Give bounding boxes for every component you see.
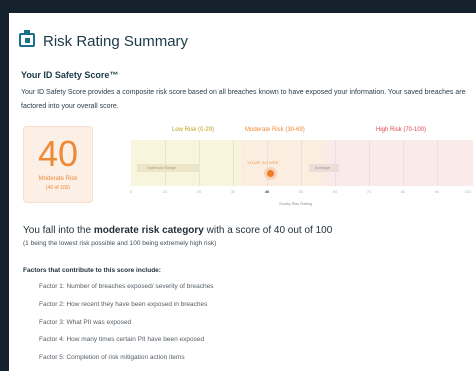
grid-line (403, 140, 404, 186)
grid-line (335, 140, 336, 186)
factor-item: Factor 2: How recent they have been expo… (39, 301, 208, 308)
grid-line (233, 140, 234, 186)
grid-line (199, 140, 200, 186)
axis-tick-label: 60 (332, 189, 338, 194)
grid-line (437, 140, 438, 186)
axis-tick-label: 0 (129, 189, 133, 194)
low-risk-label: Low Risk (0-29) (172, 127, 215, 133)
axis-tick-label: 50 (298, 189, 304, 194)
factor-item: Factor 3: What PII was exposed (39, 319, 132, 326)
headline-category: moderate risk category (93, 225, 204, 236)
score-value: 40 (37, 133, 79, 174)
score-description: Your ID Safety Score provides a composit… (21, 89, 466, 110)
axis-tick-label: 100 (464, 189, 472, 194)
score-risk-label: Moderate Risk (38, 176, 78, 182)
score-of-label: (40 of 100) (45, 185, 71, 191)
high-risk-label: High Risk (70-100) (376, 127, 427, 133)
axis-tick-label: 10 (162, 189, 168, 194)
your-score-label: YOUR SCORE (247, 160, 279, 165)
low-risk-band (131, 140, 241, 186)
average-band: Average (309, 164, 339, 172)
headline-prefix: You fall into the (23, 225, 92, 236)
score-marker (267, 170, 274, 177)
factor-item: Factor 5: Completion of risk mitigation … (39, 354, 185, 361)
calendar-icon (19, 30, 35, 47)
grid-line (165, 140, 166, 186)
grid-line (301, 140, 302, 186)
page-title: Risk Rating Summary (43, 33, 189, 50)
factor-item: Factor 1: Number of breaches exposed/ se… (39, 283, 214, 290)
axis-tick-label: 30 (230, 189, 236, 194)
axis-tick-label: 40 (264, 189, 270, 194)
axis-label: Sontiq Risk Rating (279, 201, 312, 206)
factors-title: Factors that contribute to this score in… (23, 267, 161, 274)
moderate-risk-label: Moderate Risk (30-69) (245, 127, 305, 133)
risk-category-headline: You fall into the moderate risk category… (23, 225, 332, 236)
risk-summary-panel: Risk Rating Summary Your ID Safety Score… (9, 13, 476, 371)
axis-tick-label: 80 (400, 189, 406, 194)
axis-tick-label: 20 (196, 189, 202, 194)
score-card: 40 Moderate Risk (40 of 100) (23, 126, 93, 203)
grid-line (369, 140, 370, 186)
factor-item: Factor 4: How many times certain PII hav… (39, 336, 205, 343)
axis-tick-label: 90 (434, 189, 440, 194)
top-strip (0, 0, 476, 6)
axis-tick-label: 70 (366, 189, 372, 194)
risk-scale-note: (1 being the lowest risk possible and 10… (23, 240, 217, 247)
headline-suffix: with a score of 40 out of 100 (206, 225, 333, 236)
high-risk-band (326, 140, 473, 186)
score-subtitle: Your ID Safety Score™ (21, 70, 119, 80)
optimum-range-band: Optimum Range (137, 164, 199, 172)
